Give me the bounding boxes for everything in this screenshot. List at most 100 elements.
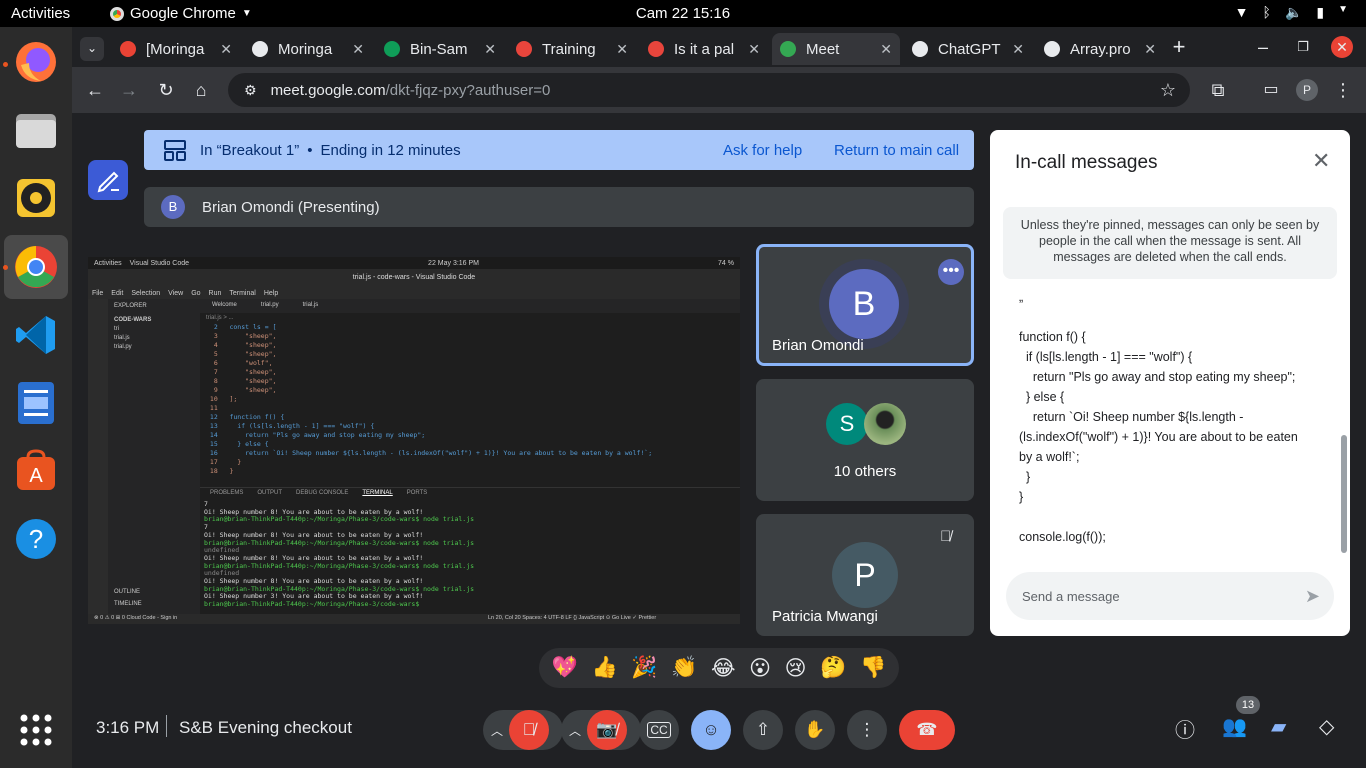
extensions-icon[interactable]: ⧉ xyxy=(1207,79,1229,101)
ask-for-help-button[interactable]: Ask for help xyxy=(723,142,802,159)
show-apps-icon[interactable] xyxy=(4,698,68,762)
code-line: 8 "sheep", xyxy=(206,377,277,385)
camera-toggle[interactable]: 📷̸ xyxy=(587,710,627,750)
tab-5[interactable]: Is it a pal ✕ xyxy=(640,33,768,65)
terminal-line: brian@brian-ThinkPad-T440p:~/Moringa/Pha… xyxy=(204,515,475,524)
vscode-menu-item: Edit xyxy=(111,289,124,297)
activities-icon[interactable]: ◇ xyxy=(1319,714,1334,739)
reaction-emoji-1[interactable]: 💖 xyxy=(552,656,578,680)
vscode-menu-item: Terminal xyxy=(229,289,256,297)
reaction-emoji-9[interactable]: 👎 xyxy=(860,656,886,680)
chrome-icon[interactable] xyxy=(4,235,68,299)
shared-screen[interactable]: Activities Visual Studio Code 22 May 3:1… xyxy=(88,257,740,624)
code-line: 11 xyxy=(206,404,230,412)
new-tab-button[interactable]: + xyxy=(1168,36,1190,58)
reaction-emoji-8[interactable]: 🤔 xyxy=(820,656,846,680)
close-icon[interactable]: ✕ xyxy=(1312,148,1330,174)
activities-pencil-button[interactable] xyxy=(88,160,128,200)
present-button[interactable]: ⇧ xyxy=(743,710,783,750)
tab-close-icon[interactable]: ✕ xyxy=(748,41,760,58)
forward-button[interactable]: → xyxy=(118,79,140,101)
cast-icon[interactable]: ▭ xyxy=(1260,79,1282,101)
explorer-outline: OUTLINE xyxy=(114,589,141,595)
tab-6[interactable]: Meet ✕ xyxy=(772,33,900,65)
tab-4[interactable]: Training ✕ xyxy=(508,33,636,65)
info-icon[interactable]: ⓘ xyxy=(1175,714,1195,743)
reaction-emoji-2[interactable]: 👍 xyxy=(592,656,618,680)
bookmark-star-icon[interactable]: ☆ xyxy=(1160,80,1176,101)
tab-1[interactable]: [Moringa ✕ xyxy=(112,33,240,65)
participant-tile-others[interactable]: S 10 others xyxy=(756,379,974,501)
tab-3[interactable]: Bin-Sam ✕ xyxy=(376,33,504,65)
rhythmbox-icon[interactable] xyxy=(4,166,68,230)
scrollbar-thumb[interactable] xyxy=(1341,435,1347,553)
people-icon[interactable]: 👥 xyxy=(1222,714,1247,739)
tab-search-button[interactable]: ⌄ xyxy=(80,37,104,61)
tab-strip: ⌄ [Moringa ✕ Moringa ✕ Bin-Sam ✕ Training ✕ Is i… xyxy=(72,27,1366,67)
tab-favicon-icon xyxy=(912,41,928,57)
divider xyxy=(166,715,167,737)
files-icon[interactable] xyxy=(4,98,68,162)
tab-7[interactable]: ChatGPT ✕ xyxy=(904,33,1032,65)
chat-icon[interactable]: ▰ xyxy=(1271,714,1286,739)
send-icon[interactable]: ➤ xyxy=(1305,586,1320,607)
tab-2[interactable]: Moringa ✕ xyxy=(244,33,372,65)
home-button[interactable]: ⌂ xyxy=(190,79,212,101)
code-line: 6 "wolf", xyxy=(206,359,273,367)
document-viewer-icon[interactable] xyxy=(4,371,68,435)
firefox-icon[interactable] xyxy=(4,30,68,94)
app-center-icon[interactable]: A xyxy=(4,439,68,503)
microphone-toggle[interactable]: 🎙̸ xyxy=(509,710,549,750)
vscode-icon[interactable] xyxy=(4,303,68,367)
more-options-icon[interactable]: ••• xyxy=(938,259,964,285)
close-window-button[interactable]: ✕ xyxy=(1331,36,1353,58)
participant-tile-brian[interactable]: B ••• Brian Omondi xyxy=(756,244,974,366)
address-bar[interactable]: ⚙ meet.google.com/dkt-fjqz-pxy?authuser=… xyxy=(228,73,1190,107)
system-clock[interactable]: Cam 22 15:16 xyxy=(0,5,1366,22)
meeting-time: 3:16 PM xyxy=(96,718,160,737)
system-tray[interactable]: ▼ ᛒ 🔈 ▮ ▼ xyxy=(1235,4,1348,21)
editor-tab: Welcome xyxy=(212,302,237,308)
tab-close-icon[interactable]: ✕ xyxy=(880,41,892,58)
terminal-output: 7 Oi! Sheep number 8! You are about to be… xyxy=(204,501,734,613)
tab-close-icon[interactable]: ✕ xyxy=(484,41,496,58)
captions-button[interactable]: CC xyxy=(639,710,679,750)
tab-close-icon[interactable]: ✕ xyxy=(220,41,232,58)
maximize-button[interactable]: ❐ xyxy=(1292,36,1314,58)
tab-favicon-icon xyxy=(1044,41,1060,57)
leave-call-button[interactable]: ☎ xyxy=(899,710,955,750)
return-main-call-button[interactable]: Return to main call xyxy=(834,142,959,159)
reload-button[interactable]: ↻ xyxy=(155,79,177,101)
profile-avatar[interactable]: P xyxy=(1296,79,1318,101)
tab-close-icon[interactable]: ✕ xyxy=(1012,41,1024,58)
more-options-button[interactable]: ⋮ xyxy=(847,710,887,750)
reaction-emoji-5[interactable]: 😂 xyxy=(711,656,736,681)
reaction-emoji-7[interactable]: 😢 xyxy=(785,656,807,681)
code-line: 18 } xyxy=(206,467,234,475)
site-info-icon[interactable]: ⚙ xyxy=(244,82,257,99)
reactions-button[interactable]: ☺ xyxy=(691,710,731,750)
participant-tile-patricia[interactable]: P 🎙̸ Patricia Mwangi xyxy=(756,514,974,636)
tab-favicon-icon xyxy=(780,41,796,57)
reaction-emoji-3[interactable]: 🎉 xyxy=(631,656,657,680)
tab-title: Is it a pal xyxy=(674,40,735,58)
tab-close-icon[interactable]: ✕ xyxy=(352,41,364,58)
back-button[interactable]: ← xyxy=(84,79,106,101)
participant-name: 10 others xyxy=(833,463,897,480)
reaction-emoji-6[interactable]: 😮 xyxy=(749,656,771,681)
tab-title: Meet xyxy=(806,40,840,58)
vscode-menu-item: File xyxy=(92,289,104,297)
raise-hand-button[interactable]: ✋ xyxy=(795,710,835,750)
reaction-emoji-4[interactable]: 👏 xyxy=(671,656,697,680)
message-input[interactable]: Send a message ➤ xyxy=(1006,572,1334,620)
tab-close-icon[interactable]: ✕ xyxy=(1144,41,1156,58)
tab-title: Training xyxy=(542,40,596,58)
breakout-timer: Ending in 12 minutes xyxy=(320,141,461,159)
minimize-button[interactable]: – xyxy=(1252,36,1274,58)
panel-tab: PROBLEMS xyxy=(210,490,244,496)
menu-kebab-icon[interactable]: ⋮ xyxy=(1332,79,1354,101)
help-icon[interactable]: ? xyxy=(4,507,68,571)
system-top-bar: Activities Google Chrome ▼ Cam 22 15:16 … xyxy=(0,0,1366,27)
tab-8[interactable]: Array.pro ✕ xyxy=(1036,33,1164,65)
tab-close-icon[interactable]: ✕ xyxy=(616,41,628,58)
